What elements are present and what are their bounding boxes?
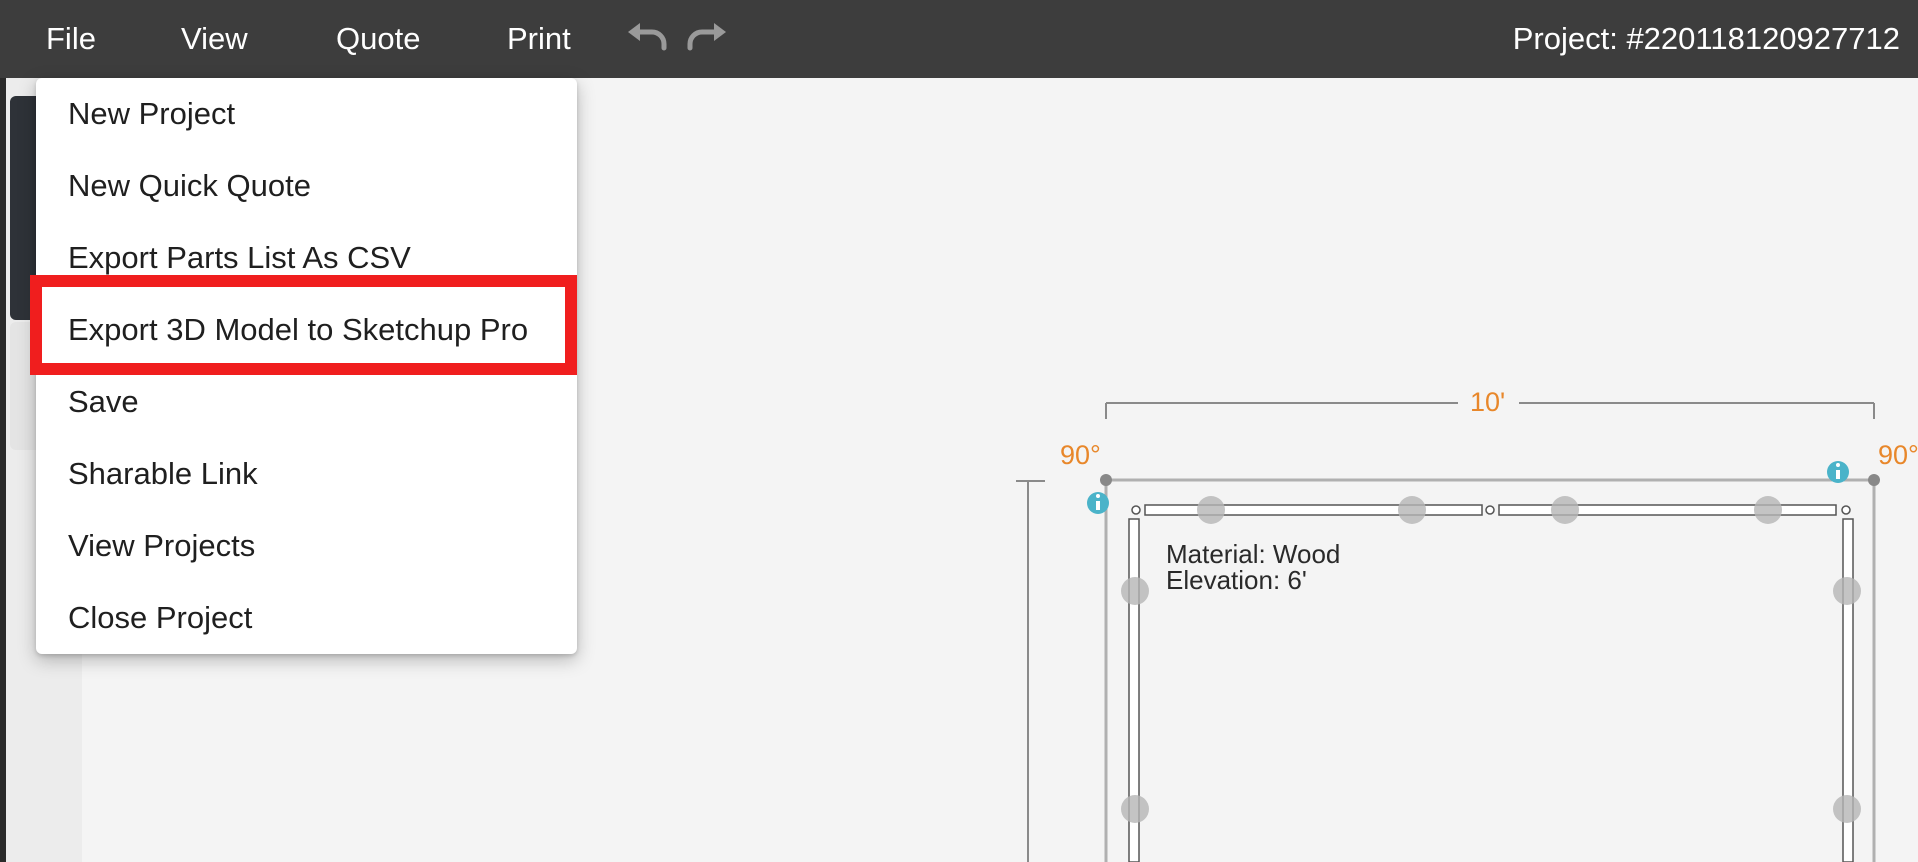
menu-item-new-quick-quote[interactable]: New Quick Quote <box>36 150 577 222</box>
menu-item-close-project[interactable]: Close Project <box>36 582 577 654</box>
project-number-label: Project: #220118120927712 <box>1512 21 1900 56</box>
material-label: Material: Wood <box>1166 539 1341 569</box>
info-icon[interactable] <box>1087 492 1109 514</box>
menu-item-view-projects[interactable]: View Projects <box>36 510 577 582</box>
menu-item-sharable-link[interactable]: Sharable Link <box>36 438 577 510</box>
menu-item-new-project[interactable]: New Project <box>36 78 577 150</box>
menu-bar: File View Quote Print Project: #22011812… <box>0 0 1918 78</box>
menu-item-export-parts-csv[interactable]: Export Parts List As CSV <box>36 222 577 294</box>
right-angle-label: 90° <box>1878 440 1918 470</box>
undo-icon[interactable] <box>624 22 670 56</box>
print-menu-button[interactable]: Print <box>507 0 571 78</box>
info-icon[interactable] <box>1827 461 1849 483</box>
left-angle-label: 90° <box>1060 440 1101 470</box>
file-menu-button[interactable]: File <box>46 0 96 78</box>
view-menu-button[interactable]: View <box>181 0 248 78</box>
width-dimension-label: 10' <box>1470 387 1506 417</box>
redo-icon[interactable] <box>684 22 730 56</box>
file-dropdown-menu: New Project New Quick Quote Export Parts… <box>36 78 577 654</box>
quote-menu-button[interactable]: Quote <box>336 0 420 78</box>
menu-item-export-3d-sketchup[interactable]: Export 3D Model to Sketchup Pro <box>36 294 577 366</box>
menu-item-save[interactable]: Save <box>36 366 577 438</box>
elevation-label: Elevation: 6' <box>1166 565 1307 595</box>
